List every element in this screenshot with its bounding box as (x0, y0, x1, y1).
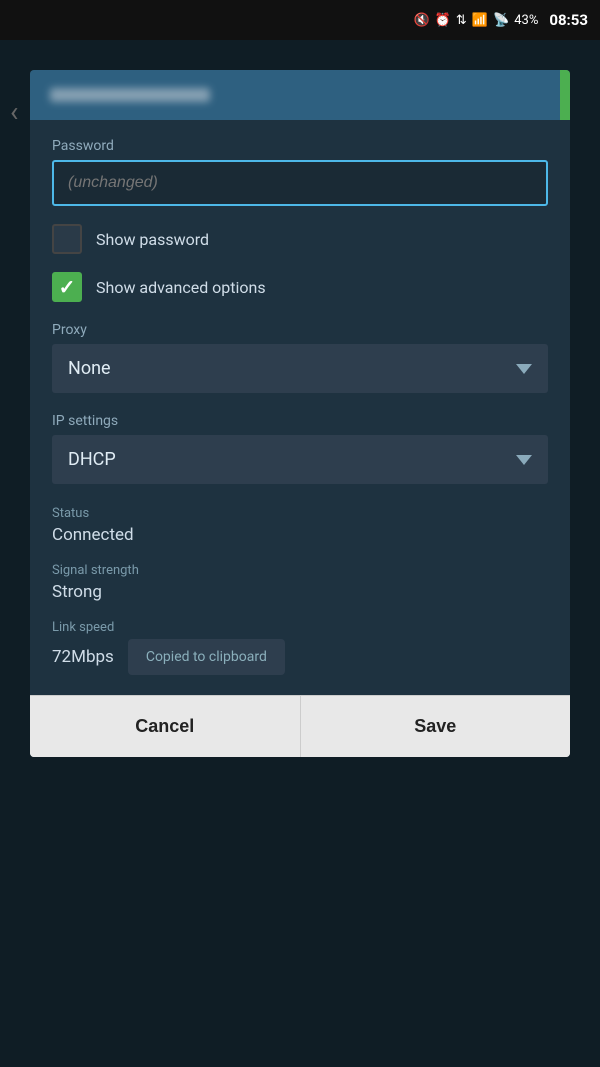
dialog-body: Password Show password Show advanced opt… (30, 120, 570, 675)
alarm-icon: ⏰ (435, 13, 451, 28)
battery-icon: 43% (514, 13, 538, 28)
clock: 08:53 (549, 11, 588, 29)
show-password-label: Show password (96, 230, 209, 249)
password-label: Password (52, 138, 548, 154)
mute-icon: 🔇 (414, 13, 430, 28)
dialog-header (30, 70, 570, 120)
link-speed-label: Link speed (52, 620, 548, 635)
dialog-title (50, 88, 210, 102)
ip-settings-dropdown-arrow (516, 455, 532, 465)
wifi-icon: 📶 (472, 13, 488, 28)
status-bar: 🔇 ⏰ ⇅ 📶 📡 43% 08:53 (0, 0, 600, 40)
status-value: Connected (52, 525, 548, 545)
status-icons: 🔇 ⏰ ⇅ 📶 📡 43% 08:53 (414, 11, 588, 29)
ip-settings-value: DHCP (68, 449, 116, 470)
ip-settings-dropdown[interactable]: DHCP (52, 435, 548, 484)
proxy-dropdown-arrow (516, 364, 532, 374)
signal-icon: 📡 (493, 13, 509, 28)
dialog-overlay: Password Show password Show advanced opt… (0, 40, 600, 1067)
proxy-label: Proxy (52, 322, 548, 338)
status-label: Status (52, 506, 548, 521)
show-password-row[interactable]: Show password (52, 224, 548, 254)
password-input[interactable] (52, 160, 548, 206)
signal-strength-bar (560, 70, 570, 120)
show-advanced-label: Show advanced options (96, 278, 266, 297)
signal-strength-section: Signal strength Strong (52, 563, 548, 602)
wifi-dialog: Password Show password Show advanced opt… (30, 70, 570, 757)
show-password-checkbox[interactable] (52, 224, 82, 254)
cancel-button[interactable]: Cancel (30, 696, 301, 757)
link-speed-row: 72Mbps Copied to clipboard (52, 639, 548, 675)
clipboard-toast: Copied to clipboard (128, 639, 285, 675)
show-advanced-checkbox[interactable] (52, 272, 82, 302)
proxy-dropdown[interactable]: None (52, 344, 548, 393)
link-speed-section: Link speed 72Mbps Copied to clipboard (52, 620, 548, 675)
proxy-value: None (68, 358, 111, 379)
signal-strength-value: Strong (52, 582, 548, 602)
ip-settings-label: IP settings (52, 413, 548, 429)
show-advanced-row[interactable]: Show advanced options (52, 272, 548, 302)
link-speed-value: 72Mbps (52, 647, 114, 667)
dialog-footer: Cancel Save (30, 695, 570, 757)
signal-strength-label: Signal strength (52, 563, 548, 578)
save-button[interactable]: Save (301, 696, 571, 757)
status-section: Status Connected (52, 506, 548, 545)
sync-icon: ⇅ (456, 13, 467, 28)
